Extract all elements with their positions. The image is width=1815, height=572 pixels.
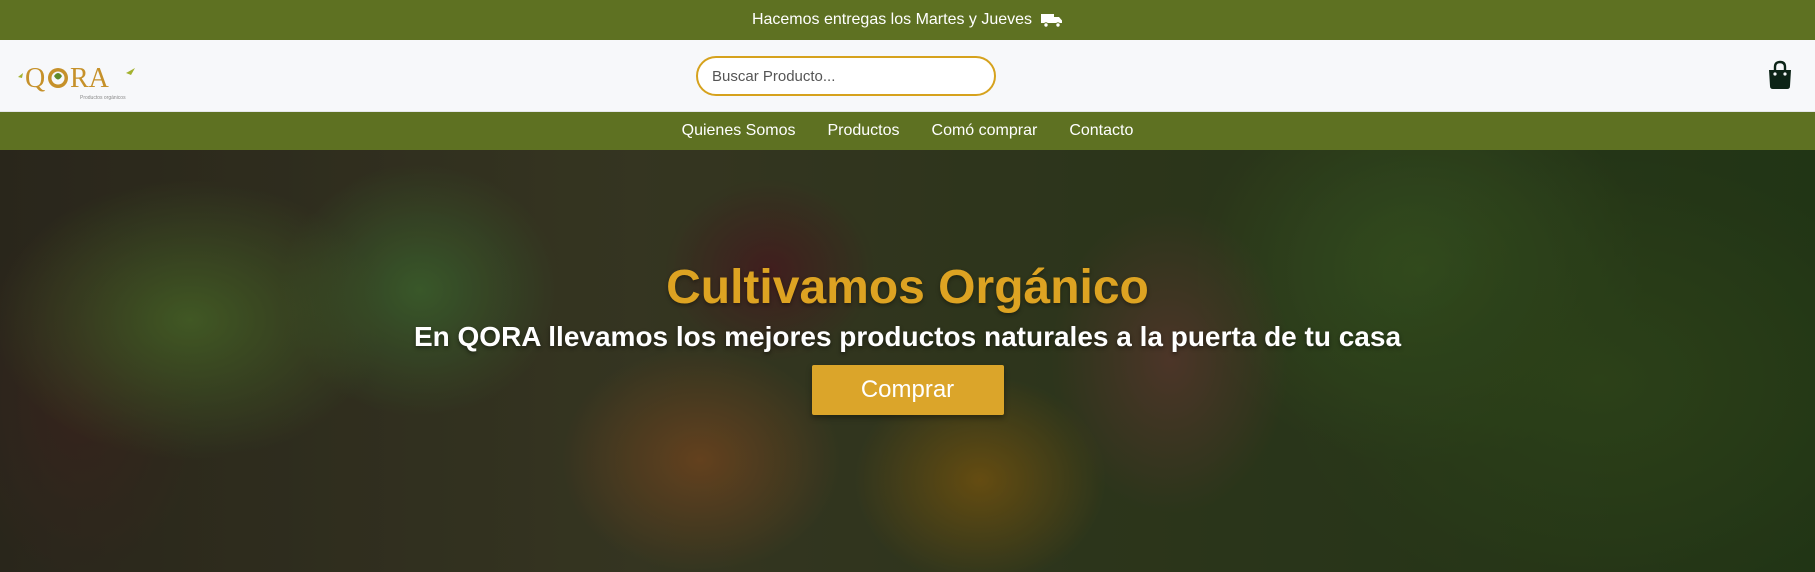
qora-logo[interactable]: Q RA Productos orgánicos <box>14 55 140 103</box>
main-nav: Quienes Somos Productos Comó comprar Con… <box>0 112 1815 150</box>
hero-subtitle: En QORA llevamos los mejores productos n… <box>413 321 1402 352</box>
svg-text:RA: RA <box>70 63 110 94</box>
search-input[interactable] <box>696 56 996 96</box>
shopping-bag-icon[interactable] <box>1767 60 1793 90</box>
announcement-text: Hacemos entregas los Martes y Jueves <box>751 11 1033 28</box>
site-header: Q RA Productos orgánicos <box>0 40 1815 112</box>
nav-item-quienes-somos[interactable]: Quienes Somos <box>682 122 796 140</box>
svg-text:Q: Q <box>25 63 45 94</box>
svg-text:Productos orgánicos: Productos orgánicos <box>80 95 126 101</box>
nav-item-contacto[interactable]: Contacto <box>1069 122 1133 140</box>
hero-banner: Cultivamos Orgánico En QORA llevamos los… <box>0 150 1815 572</box>
truck-icon <box>1041 14 1063 28</box>
nav-item-como-comprar[interactable]: Comó comprar <box>932 122 1038 140</box>
buy-button[interactable]: Comprar <box>811 365 1004 415</box>
announcement-bar: Hacemos entregas los Martes y Jueves <box>0 0 1815 40</box>
hero-content: Cultivamos Orgánico En QORA llevamos los… <box>0 150 1815 572</box>
nav-item-productos[interactable]: Productos <box>827 122 899 140</box>
hero-title: Cultivamos Orgánico <box>666 261 1149 314</box>
